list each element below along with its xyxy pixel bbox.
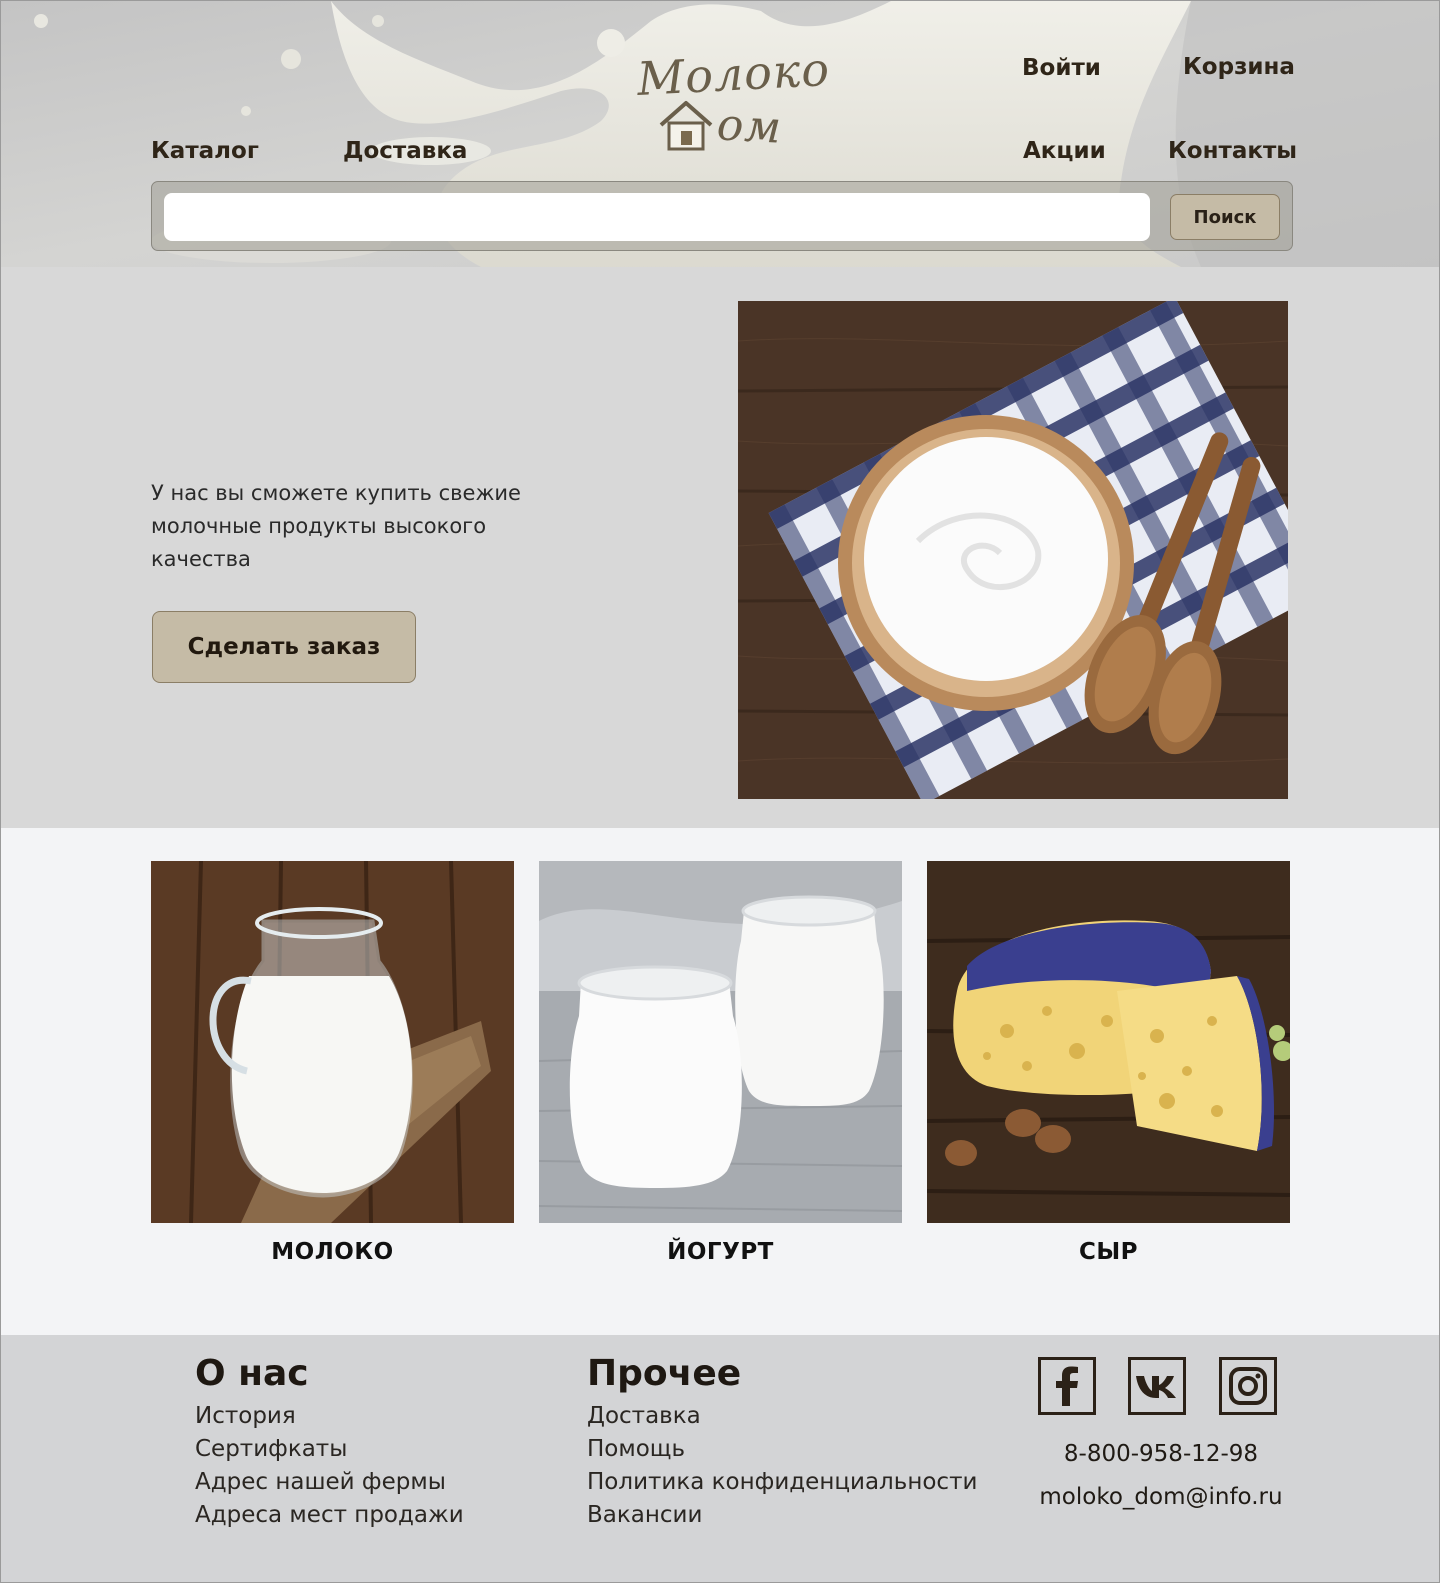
footer-link-help[interactable]: Помощь [587, 1433, 977, 1466]
page: Молоко ом Войти Корзина Каталог Доставка… [0, 0, 1440, 1583]
footer-other-column: Прочее Доставка Помощь Политика конфиден… [587, 1353, 977, 1532]
sour-cream-bowl-photo [738, 301, 1288, 799]
facebook-icon[interactable] [1038, 1357, 1096, 1415]
login-link[interactable]: Войти [1022, 55, 1101, 81]
hero-text: У нас вы сможете купить свежие молочные … [151, 481, 521, 571]
search-button[interactable]: Поиск [1170, 194, 1280, 240]
search-bar: Поиск [151, 181, 1293, 251]
footer-about-heading: О нас [195, 1353, 309, 1394]
footer-about-column: О нас История Сертифкаты Адрес нашей фер… [195, 1353, 464, 1532]
product-card-cheese[interactable]: СЫР [927, 861, 1290, 1265]
footer-phone[interactable]: 8-800-958-12-98 [1001, 1441, 1321, 1467]
cheese-wheel-photo [927, 861, 1290, 1223]
nav-contacts[interactable]: Контакты [1168, 138, 1297, 164]
site-footer: О нас История Сертифкаты Адрес нашей фер… [1, 1335, 1439, 1582]
footer-link-history[interactable]: История [195, 1400, 464, 1433]
hero-section: У нас вы сможете купить свежие молочные … [1, 267, 1439, 828]
nav-delivery[interactable]: Доставка [343, 138, 467, 164]
house-icon [659, 101, 713, 151]
footer-link-farm-address[interactable]: Адрес нашей фермы [195, 1466, 464, 1499]
logo-text-bottom: ом [715, 99, 784, 154]
product-card-milk[interactable]: МОЛОКО [151, 861, 514, 1265]
search-input[interactable] [164, 193, 1150, 241]
footer-link-certificates[interactable]: Сертифкаты [195, 1433, 464, 1466]
nav-catalog[interactable]: Каталог [151, 138, 259, 164]
footer-link-vacancies[interactable]: Вакансии [587, 1499, 977, 1532]
products-section: МОЛОКО ЙОГУРТ СЫР [1, 828, 1439, 1335]
order-button[interactable]: Сделать заказ [152, 611, 416, 683]
vk-icon[interactable] [1128, 1357, 1186, 1415]
product-label-cheese: СЫР [1078, 1239, 1139, 1265]
cart-link[interactable]: Корзина [1183, 54, 1295, 80]
footer-email[interactable]: moloko_dom@info.ru [1001, 1484, 1321, 1510]
yogurt-jars-photo [539, 861, 902, 1223]
product-card-yogurt[interactable]: ЙОГУРТ [539, 861, 902, 1265]
product-label-milk: МОЛОКО [271, 1239, 394, 1265]
product-label-yogurt: ЙОГУРТ [667, 1239, 774, 1265]
site-header: Молоко ом Войти Корзина Каталог Доставка… [1, 1, 1439, 267]
footer-link-sale-points[interactable]: Адреса мест продажи [195, 1499, 464, 1532]
footer-link-delivery[interactable]: Доставка [587, 1400, 977, 1433]
nav-promotions[interactable]: Акции [1023, 138, 1106, 164]
milk-jug-photo [151, 861, 514, 1223]
footer-other-heading: Прочее [587, 1353, 742, 1394]
instagram-icon[interactable] [1219, 1357, 1277, 1415]
site-logo[interactable]: Молоко ом [631, 37, 832, 157]
footer-link-privacy[interactable]: Политика конфиденциальности [587, 1466, 977, 1499]
